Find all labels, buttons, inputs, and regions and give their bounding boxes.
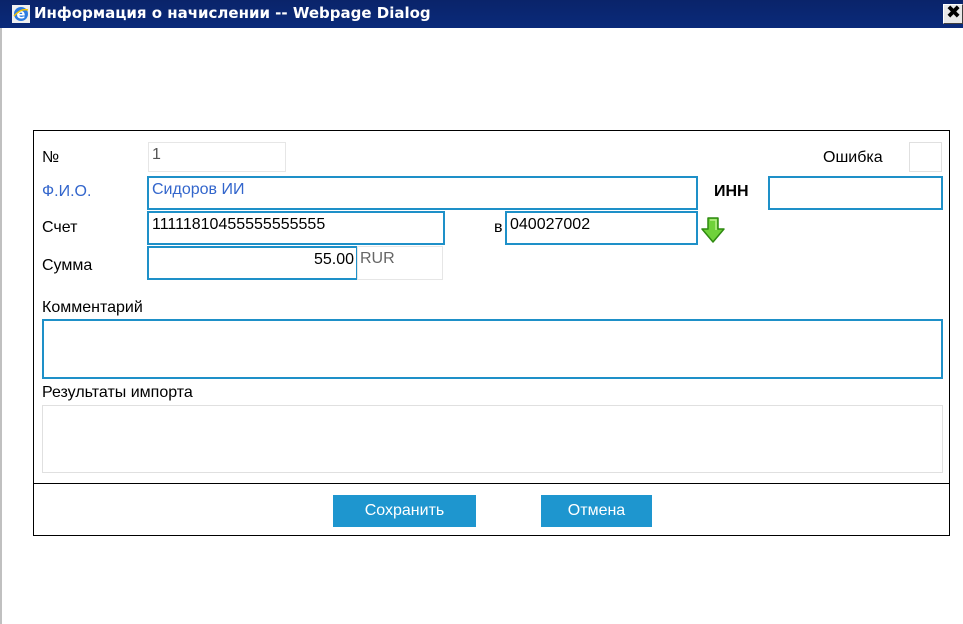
number-field: 1 <box>148 142 286 172</box>
inn-input[interactable] <box>768 176 943 210</box>
account-label: Счет <box>42 219 78 236</box>
amount-label: Сумма <box>42 257 93 274</box>
error-field <box>909 142 942 172</box>
footer-divider <box>34 483 949 484</box>
bik-input[interactable]: 040027002 <box>505 211 698 245</box>
fio-input[interactable]: Сидоров ИИ <box>147 176 698 210</box>
account-input[interactable]: 11111810455555555555 <box>147 211 445 245</box>
close-icon: ✖ <box>946 4 962 23</box>
cancel-button[interactable]: Отмена <box>541 495 652 527</box>
window-frame <box>0 28 2 624</box>
currency-field: RUR <box>357 246 443 280</box>
amount-input[interactable]: 55.00 <box>147 246 358 280</box>
error-label: Ошибка <box>823 149 883 166</box>
comment-textarea[interactable] <box>42 319 943 379</box>
comment-label: Комментарий <box>42 299 143 316</box>
close-button[interactable]: ✖ <box>943 4 963 24</box>
inn-label: ИНН <box>714 183 749 200</box>
number-label: № <box>42 149 60 166</box>
window-titlebar: e Информация о начислении -- Webpage Dia… <box>0 0 963 28</box>
down-arrow-icon[interactable] <box>701 217 725 243</box>
fio-label: Ф.И.О. <box>42 183 92 200</box>
import-results-label: Результаты импорта <box>42 384 193 401</box>
window-title: Информация о начислении -- Webpage Dialo… <box>34 4 431 22</box>
save-button[interactable]: Сохранить <box>333 495 476 527</box>
import-results-field <box>42 405 943 473</box>
accrual-form: № 1 Ошибка Ф.И.О. Сидоров ИИ ИНН Счет 11… <box>33 130 950 536</box>
ie-icon: e <box>12 5 30 23</box>
in-label: в <box>494 219 503 236</box>
